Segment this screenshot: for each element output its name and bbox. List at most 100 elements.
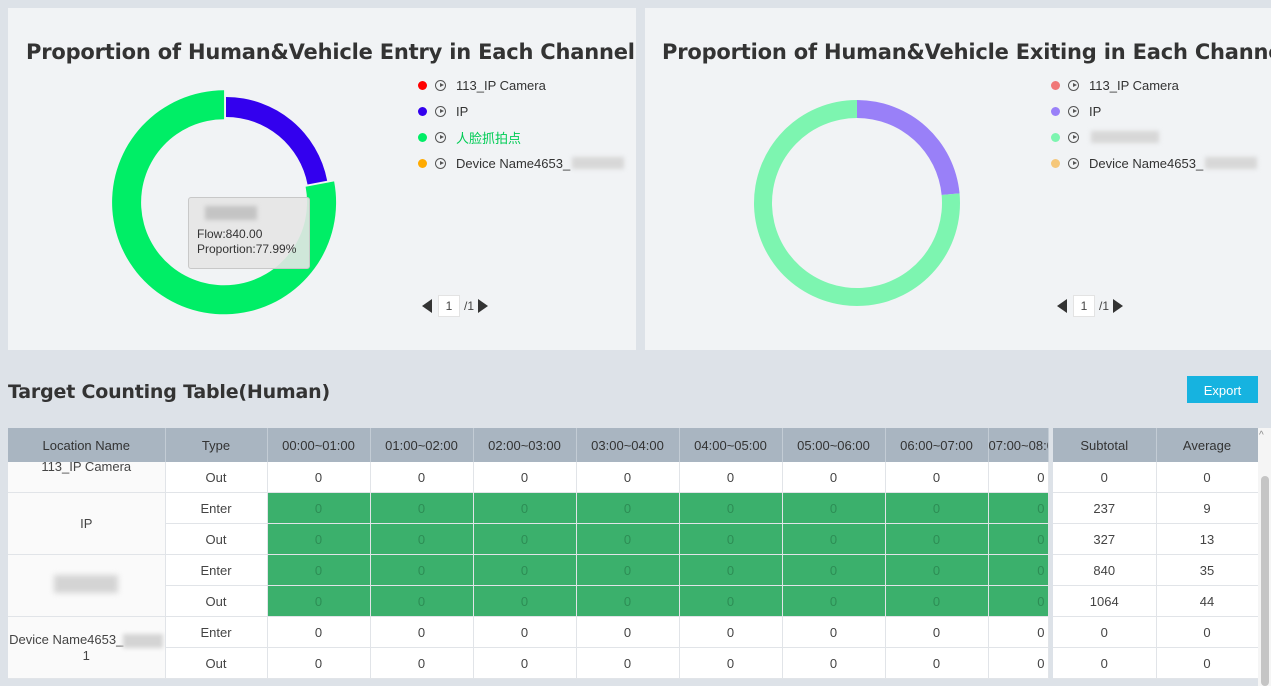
play-icon[interactable] xyxy=(1068,157,1079,169)
summary-row: 840 35 xyxy=(1053,554,1259,586)
legend-label: 113_IP Camera xyxy=(456,77,546,93)
table-row: 113_IP Camera Out 0 0 0 0 0 0 0 0 xyxy=(8,462,1049,493)
legend-item[interactable]: Device Name4653_ xyxy=(418,150,625,176)
legend-color-dot xyxy=(1051,132,1060,142)
next-page-icon[interactable] xyxy=(1113,299,1124,313)
count-cell: 0 xyxy=(267,616,371,648)
type-cell: Enter xyxy=(165,492,268,524)
column-header[interactable]: 03:00~04:00 xyxy=(576,428,680,462)
average-cell: 44 xyxy=(1156,585,1259,617)
subtotal-cell: 0 xyxy=(1053,616,1157,648)
legend-item[interactable]: 113_IP Camera xyxy=(1051,72,1257,98)
count-cell: 0 xyxy=(679,616,783,648)
count-cell: 0 xyxy=(370,492,474,524)
legend-color-dot xyxy=(1051,80,1060,90)
column-header[interactable]: Subtotal xyxy=(1053,428,1157,462)
legend-color-dot xyxy=(418,132,427,142)
chart-tooltip: Flow:840.00 Proportion:77.99% xyxy=(188,197,310,269)
count-cell: 0 xyxy=(885,554,989,586)
count-cell: 0 xyxy=(473,554,577,586)
average-cell: 0 xyxy=(1156,462,1259,493)
type-cell: Out xyxy=(165,647,268,679)
type-cell: Out xyxy=(165,585,268,617)
legend-item[interactable]: 人脸抓拍点 xyxy=(418,124,624,150)
total-pages: /1 xyxy=(464,299,475,313)
export-button[interactable]: Export xyxy=(1187,376,1258,403)
table-row: Enter 0 0 0 0 0 0 0 0 xyxy=(8,554,1049,617)
exit-chart-title: Proportion of Human&Vehicle Exiting in E… xyxy=(662,40,1271,64)
exit-legend-pager: 1 /1 xyxy=(1057,295,1124,317)
column-header[interactable]: 02:00~03:00 xyxy=(473,428,577,462)
location-name-cell: 113_IP Camera xyxy=(8,462,166,493)
legend-color-dot xyxy=(418,106,427,116)
column-header[interactable]: 04:00~05:00 xyxy=(679,428,783,462)
count-cell: 0 xyxy=(782,554,886,586)
column-header[interactable]: 01:00~02:00 xyxy=(370,428,474,462)
summary-row: 00 xyxy=(1053,647,1259,679)
count-cell: 0 xyxy=(267,647,371,679)
column-header[interactable]: 05:00~06:00 xyxy=(782,428,886,462)
count-cell: 0 xyxy=(370,462,474,493)
donut-slice[interactable] xyxy=(226,97,328,185)
scroll-up-icon[interactable]: ^ xyxy=(1259,430,1264,442)
count-cell: 0 xyxy=(988,585,1049,617)
count-cell: 0 xyxy=(679,523,783,555)
legend-item[interactable]: IP xyxy=(1051,98,1257,124)
count-cell: 0 xyxy=(885,616,989,648)
average-cell: 0 xyxy=(1156,647,1259,679)
play-icon[interactable] xyxy=(435,157,446,169)
location-name-suffix: 1 xyxy=(82,647,90,663)
count-cell: 0 xyxy=(473,647,577,679)
average-cell: 0 xyxy=(1156,616,1259,648)
legend-item[interactable]: 113_IP Camera xyxy=(418,72,624,98)
count-cell: 0 xyxy=(988,523,1049,555)
blurred-text xyxy=(1091,131,1159,143)
tooltip-name-blurred xyxy=(205,206,257,220)
entry-chart-title: Proportion of Human&Vehicle Entry in Eac… xyxy=(26,40,635,64)
location-name: 113_IP Camera xyxy=(41,462,132,474)
legend-item[interactable]: IP xyxy=(418,98,624,124)
count-cell: 0 xyxy=(370,523,474,555)
legend-label: Device Name4653_ xyxy=(456,155,571,171)
column-header[interactable]: Location Name xyxy=(8,428,166,462)
count-cell: 0 xyxy=(267,554,371,586)
column-header[interactable]: 00:00~01:00 xyxy=(267,428,371,462)
play-icon[interactable] xyxy=(435,105,446,117)
current-page[interactable]: 1 xyxy=(1073,295,1095,317)
prev-page-icon[interactable] xyxy=(1057,299,1067,313)
column-header[interactable]: 07:00~08:00 xyxy=(988,428,1049,462)
exit-chart-panel: Proportion of Human&Vehicle Exiting in E… xyxy=(645,8,1271,350)
scrollbar-thumb[interactable] xyxy=(1261,476,1269,686)
legend-item[interactable] xyxy=(1051,124,1257,150)
count-cell: 0 xyxy=(782,647,886,679)
exit-donut-chart[interactable] xyxy=(742,88,972,318)
count-cell: 0 xyxy=(267,462,371,493)
column-header[interactable]: Average xyxy=(1156,428,1259,462)
legend-label: 113_IP Camera xyxy=(1089,77,1179,93)
play-icon[interactable] xyxy=(1068,131,1079,143)
table-row: Device Name4653_ 1 Enter 0 0 0 0 0 0 0 0 xyxy=(8,616,1049,679)
donut-slice[interactable] xyxy=(857,100,960,196)
play-icon[interactable] xyxy=(1068,79,1079,91)
legend-color-dot xyxy=(418,80,427,90)
count-cell: 0 xyxy=(782,462,886,493)
count-cell: 0 xyxy=(679,585,783,617)
current-page[interactable]: 1 xyxy=(438,295,460,317)
prev-page-icon[interactable] xyxy=(422,299,432,313)
count-cell: 0 xyxy=(988,462,1049,493)
blurred-text xyxy=(572,157,625,169)
next-page-icon[interactable] xyxy=(478,299,489,313)
play-icon[interactable] xyxy=(1068,105,1079,117)
count-cell: 0 xyxy=(988,554,1049,586)
table-row: IP Enter 0 0 0 0 0 0 0 0 xyxy=(8,492,1049,555)
count-cell: 0 xyxy=(782,616,886,648)
count-cell: 0 xyxy=(679,647,783,679)
legend-item[interactable]: Device Name4653_ xyxy=(1051,150,1258,176)
play-icon[interactable] xyxy=(435,131,446,143)
column-header[interactable]: 06:00~07:00 xyxy=(885,428,989,462)
count-cell: 0 xyxy=(679,492,783,524)
subtotal-cell: 237 xyxy=(1053,492,1157,524)
count-cell: 0 xyxy=(267,492,371,524)
play-icon[interactable] xyxy=(435,79,446,91)
column-header[interactable]: Type xyxy=(165,428,268,462)
